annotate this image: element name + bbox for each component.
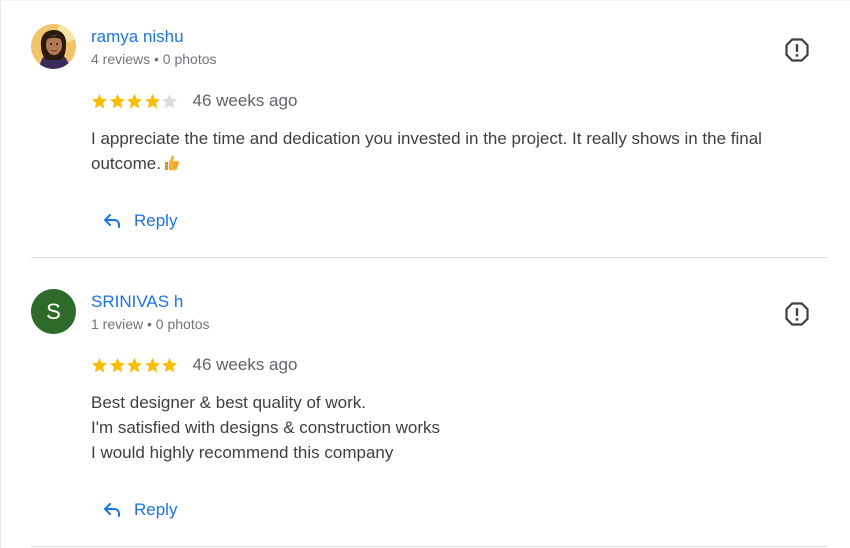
report-flag-icon[interactable] xyxy=(784,37,810,63)
thumbs-up-emoji-icon xyxy=(163,153,180,178)
rating-row: 46 weeks ago xyxy=(91,354,297,376)
reviewer-meta: 4 reviews • 0 photos xyxy=(91,51,217,67)
reply-button[interactable]: Reply xyxy=(102,497,177,523)
reply-label: Reply xyxy=(134,500,178,519)
star-filled-icon xyxy=(144,93,160,108)
star-filled-icon xyxy=(162,357,177,372)
reply-arrow-icon xyxy=(104,214,120,228)
reply-label: Reply xyxy=(134,211,178,230)
star-filled-icon xyxy=(127,93,142,108)
reviewer-name[interactable]: ramya nishu xyxy=(91,27,184,47)
review-text-line: I appreciate the time and dedication you… xyxy=(91,129,762,148)
star-filled-icon xyxy=(127,357,142,372)
star-empty-icon xyxy=(162,93,177,108)
star-rating xyxy=(91,357,179,374)
report-flag-icon[interactable] xyxy=(784,301,810,327)
review-text: I appreciate the time and dedication you… xyxy=(91,126,816,178)
review-text-line: outcome. xyxy=(91,154,180,173)
review-text-line: Best designer & best quality of work. xyxy=(91,393,366,412)
star-filled-icon xyxy=(92,93,107,108)
reply-button[interactable]: Reply xyxy=(102,208,177,234)
reviewer-name[interactable]: SRINIVAS h xyxy=(91,292,183,312)
star-filled-icon xyxy=(109,357,125,372)
rating-row: 46 weeks ago xyxy=(91,90,297,112)
review-time: 46 weeks ago xyxy=(192,355,298,374)
review-text-line: I would highly recommend this company xyxy=(91,443,394,462)
avatar[interactable] xyxy=(31,24,76,69)
star-filled-icon xyxy=(144,357,160,372)
star-rating xyxy=(91,93,179,110)
review-text: Best designer & best quality of work. I'… xyxy=(91,390,816,465)
review-text-line: I'm satisfied with designs & constructio… xyxy=(91,418,441,437)
review-card: S SRINIVAS h 1 review • 0 photos 46 week… xyxy=(0,259,850,548)
star-filled-icon xyxy=(92,357,107,372)
review-divider xyxy=(31,546,827,547)
review-divider xyxy=(31,257,827,258)
star-filled-icon xyxy=(109,93,125,108)
review-time: 46 weeks ago xyxy=(192,91,298,110)
reply-arrow-icon xyxy=(104,503,120,517)
avatar[interactable]: S xyxy=(31,289,76,334)
review-card: ramya nishu 4 reviews • 0 photos 46 week… xyxy=(0,0,850,258)
reviewer-meta: 1 review • 0 photos xyxy=(91,316,210,332)
profile-photo xyxy=(31,24,76,69)
